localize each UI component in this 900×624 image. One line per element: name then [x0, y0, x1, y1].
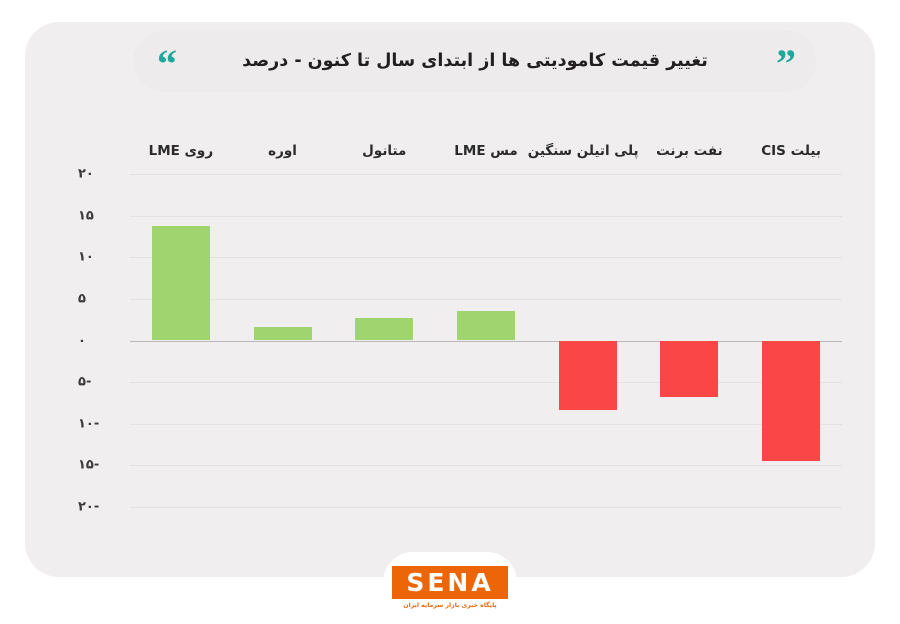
gridline: [130, 298, 842, 300]
y-axis-tick-label: ۱۰: [78, 249, 94, 265]
chart-bar[interactable]: [151, 226, 210, 341]
logo-mark: SENA: [392, 566, 508, 599]
y-axis-tick-label: -۵: [78, 374, 92, 390]
chart-bar[interactable]: [558, 340, 617, 410]
y-axis-tick-label: -۱۵: [78, 457, 100, 473]
category-label: نفت برنت: [656, 143, 723, 159]
chart-grid: ۲۰ ۱۵ ۱۰ ۵ ۰ -۵ -۱۰ -۱۵ -۲۰: [78, 167, 842, 515]
gridline: [130, 465, 842, 467]
y-axis-tick-label: ۰: [78, 333, 86, 348]
chart-bar[interactable]: [457, 311, 515, 341]
title-bar: “ تغییر قیمت کامودیتی ها از ابتدای سال ت…: [133, 30, 817, 92]
chart-bar[interactable]: [762, 340, 821, 462]
category-label: مس LME: [454, 143, 518, 159]
gridline: [130, 423, 842, 425]
chart-bar[interactable]: [355, 318, 414, 341]
quote-open-icon: “: [157, 41, 177, 86]
category-label: روی LME: [148, 143, 214, 159]
quote-close-icon: ”: [776, 41, 796, 86]
sena-logo: SENA پایگاه خبری بازار سرمایه ایران: [389, 566, 511, 618]
page-title: تغییر قیمت کامودیتی ها از ابتدای سال تا …: [242, 51, 708, 71]
y-axis-tick-label: ۱۵: [78, 208, 94, 224]
category-label: پلی اتیلن سنگین: [527, 143, 639, 159]
gridline: [130, 382, 842, 384]
category-label: اوره: [268, 143, 297, 159]
logo-wordmark: SENA: [406, 568, 494, 597]
y-axis-tick-label: ۵: [78, 291, 86, 307]
zero-axis-line: [130, 340, 842, 342]
chart-bar[interactable]: [660, 340, 719, 398]
y-axis-tick-label: -۱۰: [78, 416, 100, 432]
category-label: متانول: [362, 143, 407, 159]
category-label: بیلت CIS: [761, 143, 821, 159]
gridline: [130, 174, 842, 175]
y-axis-tick-label: ۲۰: [78, 166, 94, 182]
category-label-row: بیلت CIS نفت برنت پلی اتیلن سنگین مس LME متا…: [130, 142, 842, 174]
gridline: [130, 215, 842, 217]
chart-bar[interactable]: [253, 327, 312, 341]
gridline: [130, 507, 842, 508]
screenshot-frame: بیلت CIS نفت برنت پلی اتیلن سنگین مس LME متا…: [0, 0, 900, 624]
chart-card: بیلت CIS نفت برنت پلی اتیلن سنگین مس LME متا…: [25, 22, 875, 577]
logo-subtitle: پایگاه خبری بازار سرمایه ایران: [403, 602, 497, 609]
chart-plot-area: بیلت CIS نفت برنت پلی اتیلن سنگین مس LME متا…: [25, 22, 875, 577]
gridline: [130, 257, 842, 259]
y-axis-tick-label: -۲۰: [78, 499, 100, 515]
